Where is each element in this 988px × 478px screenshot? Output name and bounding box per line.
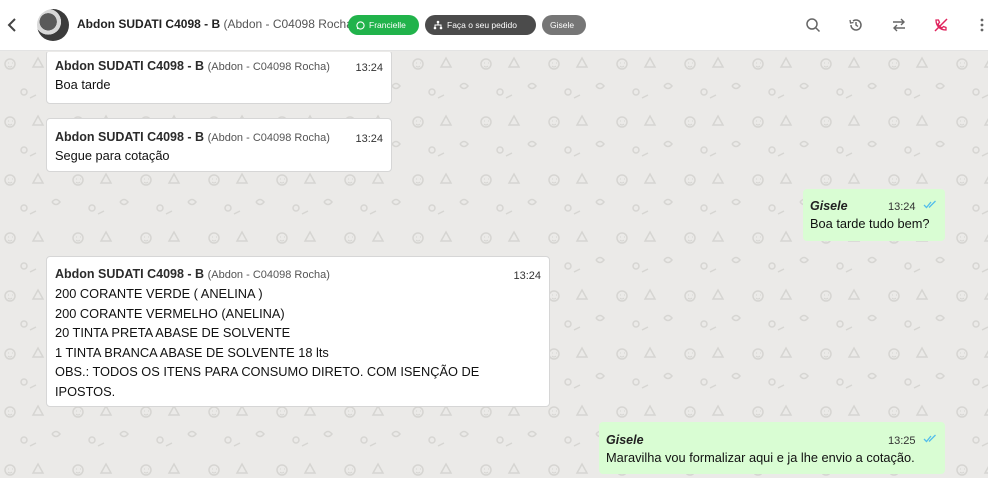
chevron-left-icon — [7, 18, 16, 32]
chat-messages[interactable]: Abdon SUDATI C4098 - B (Abdon - C04098 R… — [0, 52, 988, 478]
transfer-button[interactable] — [889, 15, 909, 35]
read-ticks-icon — [923, 434, 936, 443]
transfer-icon — [893, 18, 905, 32]
contact-title[interactable]: Abdon SUDATI C4098 - B (Abdon - C04098 R… — [77, 17, 357, 31]
history-button[interactable] — [846, 15, 866, 35]
tag-user[interactable]: Gisele — [542, 15, 586, 35]
message-incoming[interactable]: Abdon SUDATI C4098 - B (Abdon - C04098 R… — [46, 256, 550, 407]
message-text: Boa tarde tudo bem? — [810, 216, 930, 231]
flow-icon — [433, 20, 443, 30]
end-call-button[interactable] — [931, 15, 951, 35]
message-incoming[interactable]: Abdon SUDATI C4098 - B (Abdon - C04098 R… — [46, 118, 392, 172]
search-icon — [806, 18, 821, 33]
sender-subtitle: (Abdon - C04098 Rocha) — [207, 132, 330, 144]
sender-name: Abdon SUDATI C4098 - B — [55, 59, 205, 73]
read-ticks-icon — [923, 200, 936, 209]
history-icon — [849, 19, 862, 31]
tag-flow-label: Faça o seu pedido — [447, 20, 517, 30]
tag-flow[interactable]: Faça o seu pedido — [425, 15, 536, 35]
message-outgoing[interactable]: Gisele 13:24 Boa tarde tudo bem? — [803, 189, 945, 241]
more-button[interactable] — [976, 15, 988, 35]
whatsapp-icon — [356, 20, 365, 30]
contact-subtitle: (Abdon - C04098 Rocha) — [223, 17, 357, 31]
end-call-icon — [934, 18, 948, 32]
chat-header: Abdon SUDATI C4098 - B (Abdon - C04098 R… — [0, 0, 988, 51]
message-text: Segue para cotação — [55, 148, 170, 163]
message-text: Boa tarde — [55, 77, 111, 92]
sender-subtitle: (Abdon - C04098 Rocha) — [207, 61, 330, 73]
tag-agent[interactable]: Francielle — [348, 15, 419, 35]
message-sender: Abdon SUDATI C4098 - B (Abdon - C04098 R… — [55, 265, 330, 286]
tag-agent-label: Francielle — [369, 20, 406, 30]
back-button[interactable] — [0, 0, 24, 51]
sender-name: Abdon SUDATI C4098 - B — [55, 267, 205, 281]
contact-name: Abdon SUDATI C4098 - B — [77, 17, 221, 31]
message-outgoing[interactable]: Gisele 13:25 Maravilha vou formalizar aq… — [599, 422, 945, 474]
message-time: 13:24 — [355, 62, 383, 74]
search-button[interactable] — [803, 15, 823, 35]
tag-user-label: Gisele — [550, 20, 575, 30]
avatar[interactable] — [37, 9, 69, 41]
message-time: 13:24 — [355, 133, 383, 145]
message-incoming[interactable]: Abdon SUDATI C4098 - B (Abdon - C04098 R… — [46, 52, 392, 104]
more-icon — [980, 18, 984, 32]
sender-name: Abdon SUDATI C4098 - B — [55, 130, 205, 144]
message-text: Maravilha vou formalizar aqui e ja lhe e… — [606, 450, 915, 465]
message-text: 200 CORANTE VERDE ( ANELINA ) 200 CORANT… — [55, 286, 480, 399]
sender-subtitle: (Abdon - C04098 Rocha) — [207, 269, 330, 281]
